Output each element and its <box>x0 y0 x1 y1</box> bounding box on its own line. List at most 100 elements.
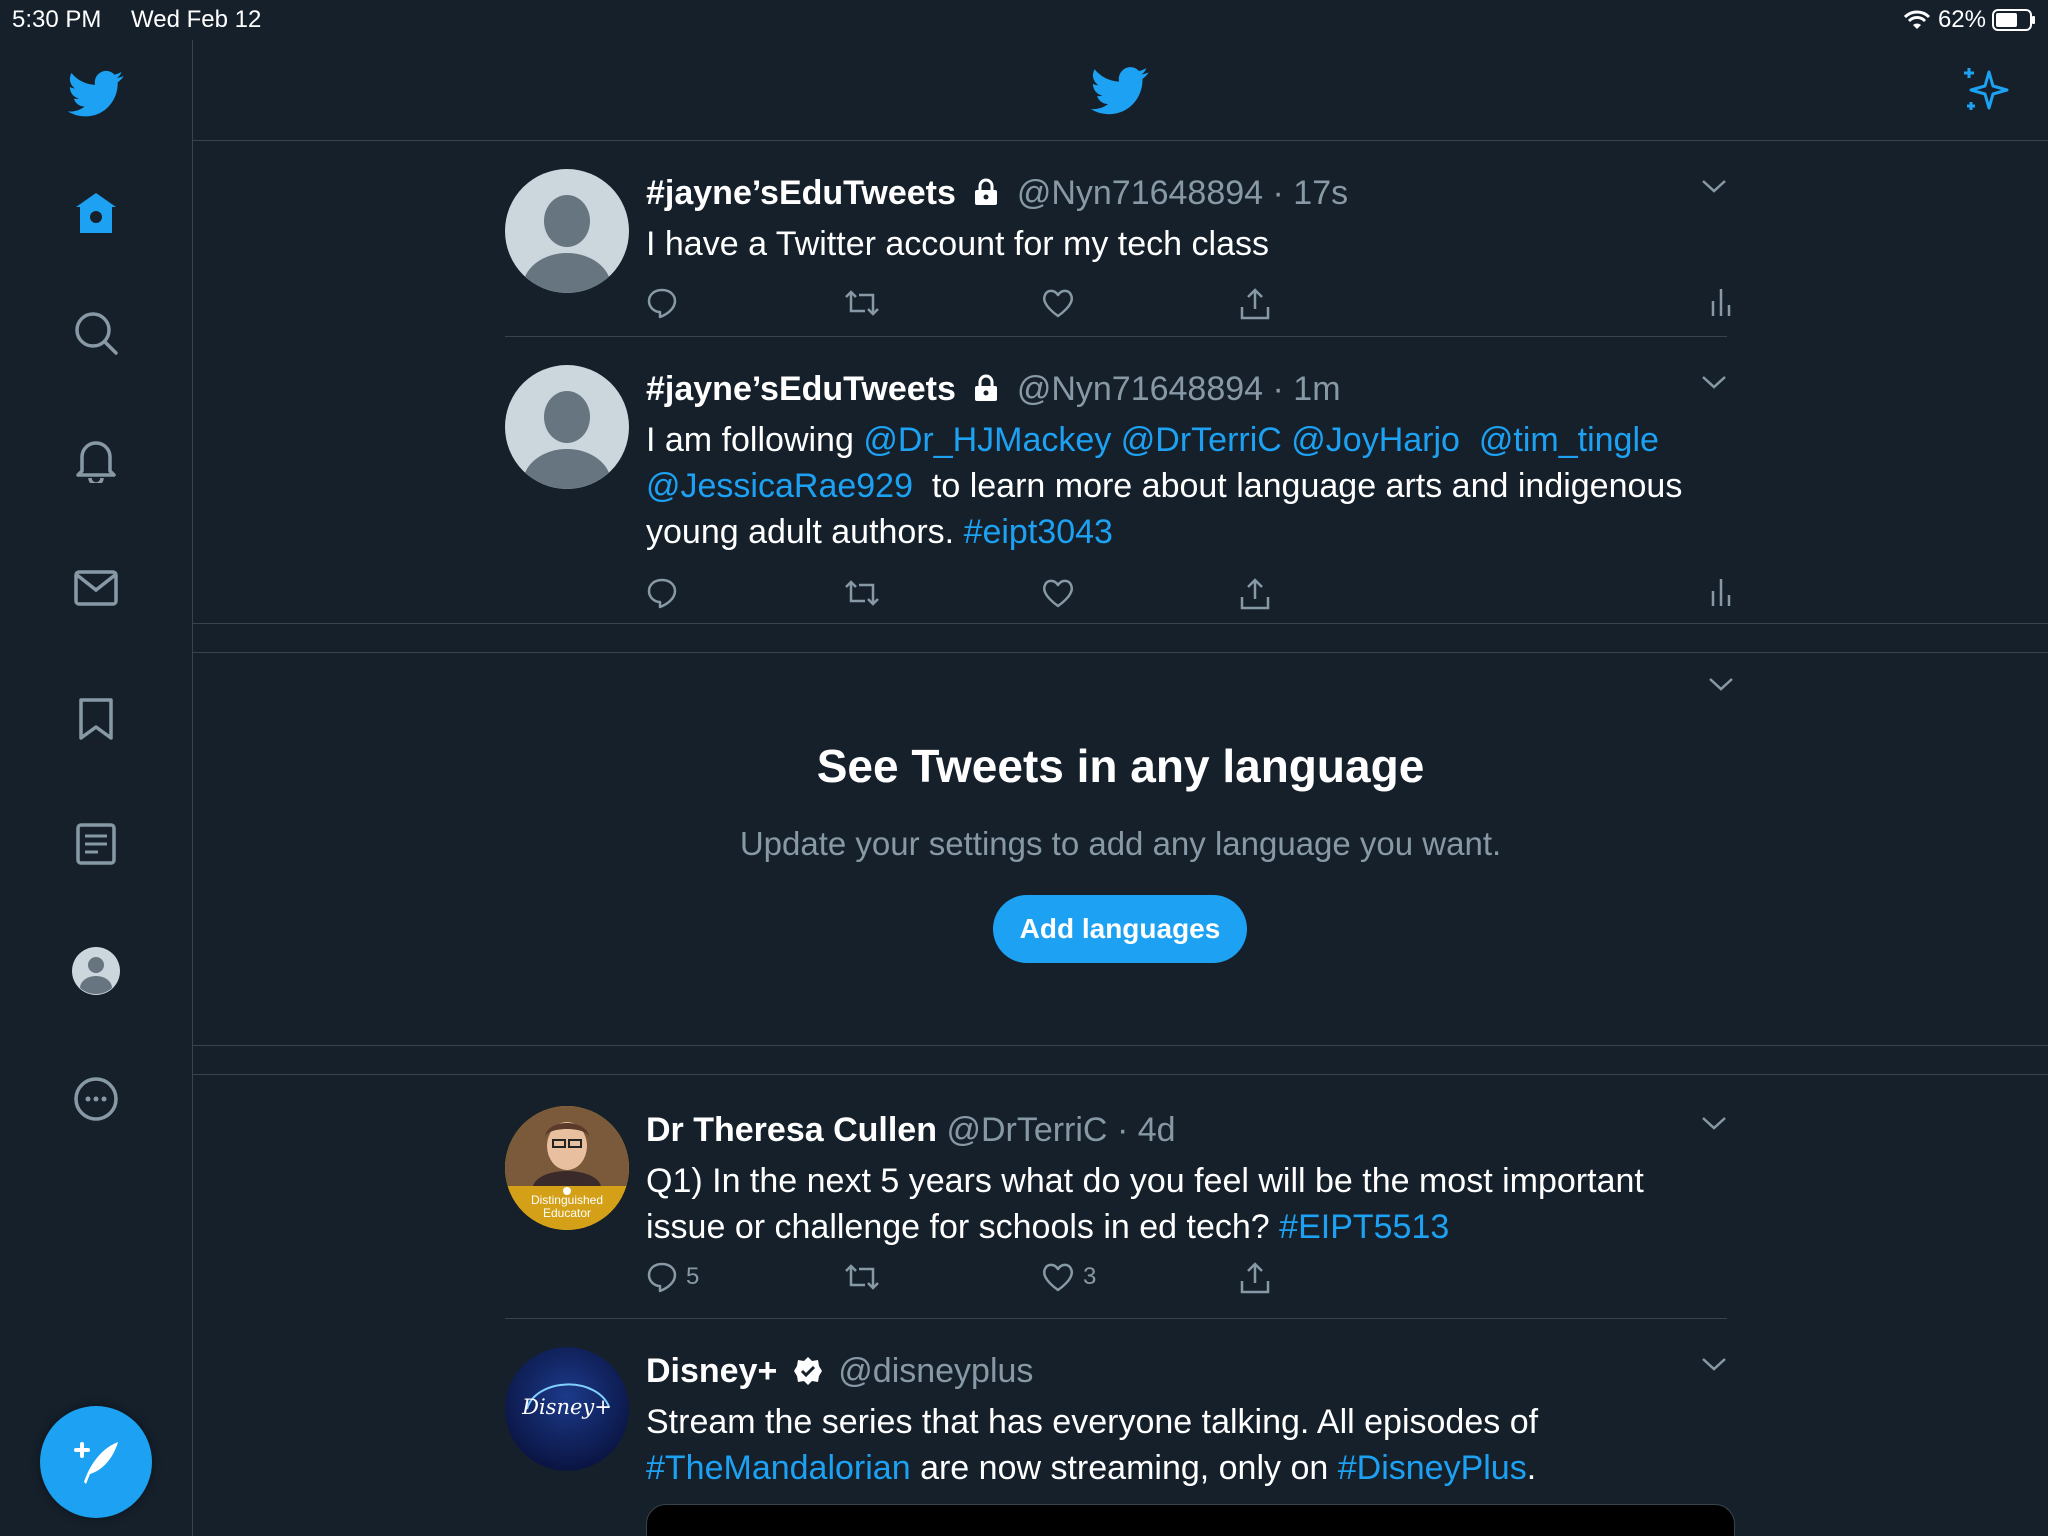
sidebar-item-bookmarks[interactable] <box>65 688 127 750</box>
profile-icon <box>71 946 121 996</box>
sidebar-item-notifications[interactable] <box>65 429 127 491</box>
lock-icon <box>973 178 999 206</box>
section-divider <box>193 1074 2048 1075</box>
share-button[interactable] <box>1238 287 1272 321</box>
mail-icon <box>74 570 118 606</box>
reply-button[interactable] <box>646 287 678 319</box>
retweet-button[interactable] <box>843 577 881 609</box>
battery-icon <box>1992 9 2036 31</box>
section-divider <box>193 623 2048 624</box>
reply-count: 5 <box>686 1263 700 1290</box>
sidebar <box>0 40 193 1536</box>
tweet-text-segment: I am following <box>646 421 864 459</box>
tweet-time[interactable]: 4d <box>1138 1111 1176 1149</box>
share-icon <box>1238 287 1272 321</box>
like-button[interactable] <box>1041 287 1075 319</box>
sidebar-item-home[interactable] <box>65 182 127 244</box>
heart-icon <box>1041 287 1075 319</box>
sidebar-item-lists[interactable] <box>65 813 127 875</box>
promo-dismiss-button[interactable] <box>1708 675 1734 693</box>
analytics-button[interactable] <box>1709 287 1733 317</box>
tweet-time[interactable]: 1m <box>1293 370 1340 408</box>
compose-button[interactable] <box>40 1406 152 1518</box>
tweet-author-name[interactable]: #jayne’sEduTweets <box>646 370 956 408</box>
twitter-bird-icon <box>1091 66 1149 116</box>
tweet-text: I am following @Dr_HJMackey @DrTerriC @J… <box>646 417 1706 555</box>
reply-button[interactable] <box>646 577 678 609</box>
avatar[interactable] <box>505 169 629 293</box>
analytics-button[interactable] <box>1709 577 1733 607</box>
like-count: 3 <box>1083 1263 1097 1290</box>
tweet-time[interactable]: 17s <box>1293 174 1348 212</box>
reply-button[interactable]: 5 <box>646 1261 699 1293</box>
avatar[interactable]: Distinguished Educator <box>505 1106 629 1230</box>
tweet-author-name[interactable]: #jayne’sEduTweets <box>646 174 956 212</box>
header-logo[interactable] <box>1091 66 1149 116</box>
tweet-media[interactable] <box>646 1504 1735 1536</box>
sidebar-logo[interactable] <box>65 63 127 125</box>
timeline: #jayne’sEduTweets @Nyn71648894 · 17s I h… <box>193 141 2048 1536</box>
language-prompt-card: See Tweets in any language Update your s… <box>193 653 2048 1043</box>
tweet-menu-button[interactable] <box>1701 177 1727 195</box>
like-button[interactable]: 3 <box>1041 1261 1096 1293</box>
status-date: Wed Feb 12 <box>131 6 262 33</box>
tweet-menu-button[interactable] <box>1701 373 1727 391</box>
lock-icon <box>973 374 999 402</box>
mention-link[interactable]: @tim_tingle <box>1479 421 1659 459</box>
mention-link[interactable]: @JessicaRae929 <box>646 467 913 505</box>
hashtag-link[interactable]: #DisneyPlus <box>1338 1449 1527 1487</box>
tweet-handle[interactable]: @Nyn71648894 <box>1017 174 1263 212</box>
analytics-icon <box>1709 577 1733 607</box>
avatar[interactable]: Disney+ <box>505 1347 629 1471</box>
share-button[interactable] <box>1238 577 1272 611</box>
like-button[interactable] <box>1041 577 1075 609</box>
compose-icon <box>68 1434 124 1490</box>
tweet-handle[interactable]: @DrTerriC <box>946 1111 1107 1149</box>
share-button[interactable] <box>1238 1261 1272 1295</box>
sidebar-item-explore[interactable] <box>65 302 127 364</box>
sparkle-button[interactable] <box>1959 64 2011 116</box>
sidebar-item-profile[interactable] <box>65 940 127 1002</box>
retweet-icon <box>843 287 881 319</box>
tweet-author-name[interactable]: Dr Theresa Cullen <box>646 1111 937 1149</box>
tweet-text-segment: are now streaming, only on <box>910 1449 1338 1487</box>
hashtag-link[interactable]: #eipt3043 <box>964 513 1113 551</box>
retweet-button[interactable] <box>843 287 881 319</box>
tweet-text: I have a Twitter account for my tech cla… <box>646 225 1269 263</box>
tweet-menu-button[interactable] <box>1701 1114 1727 1132</box>
chevron-down-icon <box>1701 1114 1727 1132</box>
tweet-header: #jayne’sEduTweets @Nyn71648894 · 1m <box>646 370 1341 408</box>
verified-badge-icon <box>793 1356 823 1386</box>
tweet[interactable]: #jayne’sEduTweets @Nyn71648894 · 17s I h… <box>505 169 1731 334</box>
search-icon <box>73 310 119 356</box>
hashtag-link[interactable]: #TheMandalorian <box>646 1449 911 1487</box>
tweet-author-name[interactable]: Disney+ <box>646 1352 777 1390</box>
tweet-text-segment: . <box>1526 1449 1537 1487</box>
tweet[interactable]: Distinguished Educator Dr Theresa Cullen… <box>505 1106 1727 1306</box>
tweet-text-segment: Q1) In the next 5 years what do you feel… <box>646 1162 1644 1246</box>
share-icon <box>1238 577 1272 611</box>
wifi-icon <box>1902 9 1932 31</box>
hashtag-link[interactable]: #EIPT5513 <box>1279 1208 1449 1246</box>
avatar[interactable] <box>505 365 629 489</box>
home-icon <box>72 191 120 235</box>
list-icon <box>76 823 116 865</box>
twitter-bird-icon <box>68 70 124 118</box>
tweet[interactable]: #jayne’sEduTweets @Nyn71648894 · 1m I am… <box>505 365 1731 611</box>
tweet-divider <box>505 336 1727 337</box>
mention-link[interactable]: @Dr_HJMackey <box>863 421 1111 459</box>
tweet-header: Disney+ @disneyplus <box>646 1352 1033 1391</box>
chevron-down-icon <box>1701 1355 1727 1373</box>
mention-link[interactable]: @DrTerriC <box>1121 421 1282 459</box>
tweet-menu-button[interactable] <box>1701 1355 1727 1373</box>
sidebar-item-more[interactable] <box>65 1068 127 1130</box>
tweet-handle[interactable]: @Nyn71648894 <box>1017 370 1263 408</box>
status-time: 5:30 PM <box>12 6 102 33</box>
battery-percent: 62% <box>1937 6 1986 33</box>
sidebar-item-messages[interactable] <box>65 557 127 619</box>
mention-link[interactable]: @JoyHarjo <box>1291 421 1460 459</box>
promo-subtitle: Update your settings to add any language… <box>739 825 1502 862</box>
tweet-handle[interactable]: @disneyplus <box>838 1352 1033 1390</box>
add-languages-button[interactable]: Add languages <box>993 895 1247 963</box>
retweet-button[interactable] <box>843 1261 881 1293</box>
